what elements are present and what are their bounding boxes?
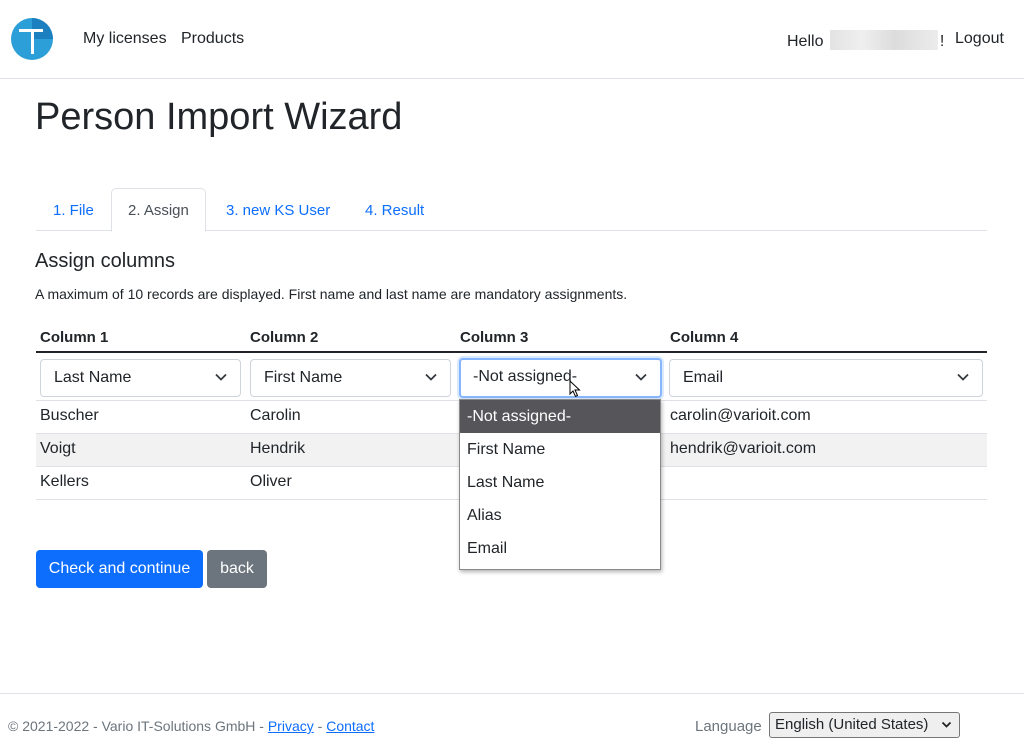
dropdown-option-last-name[interactable]: Last Name: [460, 466, 660, 499]
column-header: Column 1: [40, 329, 109, 346]
mouse-pointer-icon: [569, 380, 581, 398]
user-greeting: Hello !: [787, 30, 944, 51]
select-value: First Name: [264, 369, 343, 386]
chevron-down-icon: [635, 373, 647, 381]
chevron-down-icon: [941, 721, 952, 728]
dropdown-option-not-assigned[interactable]: -Not assigned-: [460, 400, 660, 433]
copyright-label: © 2021-2022 - Vario IT-Solutions GmbH -: [8, 718, 268, 734]
tab-file[interactable]: 1. File: [36, 188, 111, 231]
column-header: Column 2: [250, 329, 319, 346]
language-select[interactable]: English (United States): [769, 712, 960, 738]
language-label: Language: [695, 718, 762, 735]
table-cell: Carolin: [250, 407, 301, 424]
dropdown-option-email[interactable]: Email: [460, 532, 660, 565]
table-cell: Oliver: [250, 473, 292, 490]
table-cell: hendrik@varioit.com: [670, 440, 817, 457]
select-value: -Not assigned-: [473, 368, 578, 385]
select-value: Email: [683, 369, 724, 386]
greeting-prefix: Hello: [787, 33, 824, 50]
top-navbar: My licenses Products Hello ! Logout: [0, 0, 1024, 79]
column-header: Column 4: [670, 329, 739, 346]
assignment-row: Last Name First Name -Not assigned- Emai…: [36, 353, 987, 401]
check-and-continue-button[interactable]: Check and continue: [36, 550, 203, 588]
nav-products-link[interactable]: Products: [181, 30, 244, 48]
redacted-username: [829, 30, 938, 50]
table-cell: Voigt: [40, 440, 76, 457]
copyright-text: © 2021-2022 - Vario IT-Solutions GmbH - …: [8, 718, 374, 734]
table-cell: carolin@varioit.com: [670, 407, 811, 424]
section-title: Assign columns: [35, 250, 176, 272]
column-4-assign-select[interactable]: Email: [669, 359, 983, 397]
greeting-suffix: !: [939, 33, 945, 50]
tab-result[interactable]: 4. Result: [348, 188, 441, 231]
language-select-value: English (United States): [775, 716, 929, 733]
column-2-assign-select[interactable]: First Name: [250, 359, 451, 397]
privacy-link[interactable]: Privacy: [268, 718, 314, 734]
hint-text: A maximum of 10 records are displayed. F…: [35, 286, 628, 302]
select-value: Last Name: [54, 369, 132, 386]
logout-link[interactable]: Logout: [955, 30, 1004, 48]
column-header: Column 3: [460, 329, 529, 346]
tab-new-ks-user[interactable]: 3. new KS User: [209, 188, 347, 231]
dropdown-option-alias[interactable]: Alias: [460, 499, 660, 532]
dropdown-option-first-name[interactable]: First Name: [460, 433, 660, 466]
nav-my-licenses-link[interactable]: My licenses: [83, 30, 167, 48]
column-1-assign-select[interactable]: Last Name: [40, 359, 241, 397]
footer-separator: -: [313, 718, 327, 734]
page-title: Person Import Wizard: [35, 96, 403, 138]
column-3-dropdown-list: -Not assigned- First Name Last Name Alia…: [459, 399, 661, 570]
brand-logo-icon[interactable]: [10, 17, 54, 61]
contact-link[interactable]: Contact: [326, 718, 374, 734]
table-header: Column 1 Column 2 Column 3 Column 4: [36, 322, 987, 353]
table-cell: Buscher: [40, 407, 99, 424]
chevron-down-icon: [215, 373, 227, 381]
table-cell: Kellers: [40, 473, 89, 490]
chevron-down-icon: [425, 373, 437, 381]
table-cell: Hendrik: [250, 440, 306, 457]
chevron-down-icon: [957, 373, 969, 381]
wizard-tabs: 1. File 2. Assign 3. new KS User 4. Resu…: [36, 188, 987, 232]
column-3-assign-select[interactable]: -Not assigned-: [459, 358, 662, 398]
tab-assign[interactable]: 2. Assign: [111, 188, 206, 232]
back-button[interactable]: back: [207, 550, 267, 588]
